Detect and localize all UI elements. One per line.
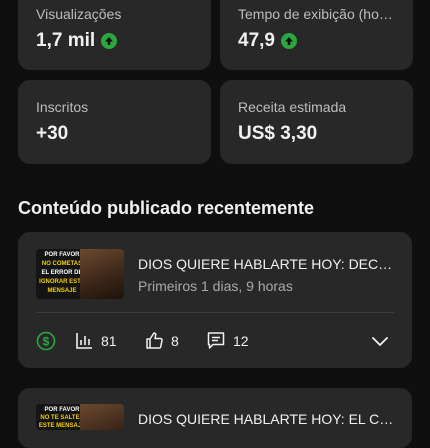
stat-card-revenue[interactable]: Receita estimada US$ 3,30 [220, 80, 413, 164]
thumbnail-line: NO TE SALTES [40, 415, 84, 421]
revenue-value: US$ 3,30 [238, 123, 318, 144]
thumbnail-image [80, 404, 124, 430]
comment-icon [206, 331, 226, 350]
stat-value: 1,7 mil [36, 30, 118, 52]
watch-time-value: 47,9 [238, 30, 275, 51]
likes-count: 8 [171, 332, 179, 349]
views-value: 1,7 mil [36, 30, 96, 51]
thumbnail-line: NO COMETAS [41, 261, 83, 267]
thumbnail-line: MENSAJE [47, 288, 77, 294]
thumbnail-line: POR FAVOR [44, 252, 80, 258]
thumbnail-image [80, 249, 124, 299]
stat-card-views[interactable]: Visualizações 1,7 mil [18, 0, 211, 70]
stat-label: Receita estimada [238, 99, 347, 115]
stat-value: 47,9 [238, 30, 297, 52]
expand-button[interactable] [370, 332, 390, 350]
trend-up-icon [280, 33, 297, 49]
trend-up-icon [101, 33, 118, 49]
chevron-down-icon [370, 332, 390, 350]
stat-label: Tempo de exibição (horas) [238, 6, 393, 22]
thumbs-up-icon [145, 331, 164, 350]
thumbnail-line: POR FAVOR [44, 407, 80, 413]
svg-text:$: $ [43, 335, 50, 349]
dollar-circle-icon: $ [36, 331, 56, 351]
likes-metric[interactable]: 8 [145, 331, 179, 350]
video-title[interactable]: DIOS QUIERE HABLARTE HOY: DECIDE HOY [138, 256, 396, 272]
stat-value: +30 [36, 123, 68, 145]
stat-value: US$ 3,30 [238, 123, 317, 145]
views-metric[interactable]: 81 [75, 331, 117, 350]
bar-chart-icon [75, 331, 94, 350]
thumbnail-line: ESTE MENSAJE [38, 423, 86, 429]
video-thumbnail[interactable]: POR FAVOR NO COMETAS EL ERROR DE IGNORAR… [36, 249, 124, 299]
video-thumbnail[interactable]: POR FAVOR NO TE SALTES ESTE MENSAJE [36, 404, 124, 430]
card-divider [36, 312, 394, 313]
video-title[interactable]: DIOS QUIERE HABLARTE HOY: EL CAMINO [138, 411, 396, 427]
section-title: Conteúdo publicado recentemente [18, 198, 315, 218]
subscribers-value: +30 [36, 123, 69, 144]
stat-card-subscribers[interactable]: Inscritos +30 [18, 80, 211, 164]
thumbnail-line: EL ERROR DE [41, 270, 83, 276]
views-count: 81 [101, 332, 117, 349]
revenue-indicator[interactable]: $ [36, 331, 56, 351]
stat-card-watch-time[interactable]: Tempo de exibição (horas) 47,9 [220, 0, 413, 70]
video-age: Primeiros 1 dias, 9 horas [138, 278, 293, 294]
comments-metric[interactable]: 12 [206, 331, 249, 350]
thumbnail-line: IGNORAR ESTE [39, 279, 85, 285]
comments-count: 12 [233, 332, 249, 349]
stat-label: Visualizações [36, 6, 122, 22]
stat-label: Inscritos [36, 99, 89, 115]
